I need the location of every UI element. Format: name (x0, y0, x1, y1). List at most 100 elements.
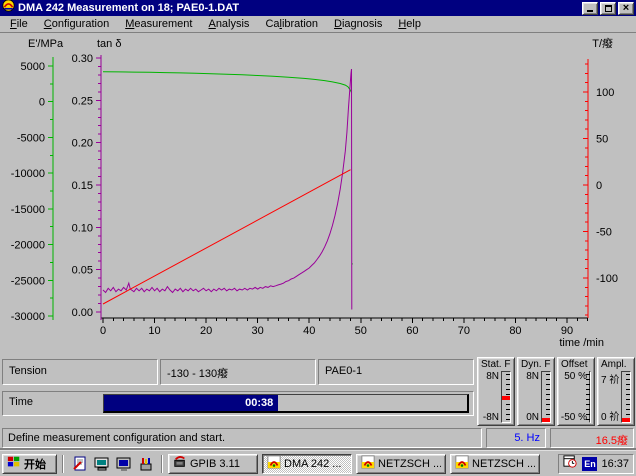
notepad-icon[interactable] (71, 455, 88, 472)
app-icon[interactable] (2, 0, 15, 17)
gauge-bar (541, 371, 551, 423)
gauge-max-label: 7 祄 (601, 375, 620, 386)
time-row: Time 00:38 (2, 391, 474, 416)
svg-text:0: 0 (100, 325, 106, 337)
menu-item-analysis[interactable]: Analysis (200, 17, 257, 31)
time-label: Time (9, 396, 34, 408)
svg-text:50: 50 (596, 134, 608, 146)
svg-text:40: 40 (303, 325, 315, 337)
menu-item-measurement[interactable]: Measurement (117, 17, 200, 31)
gauge-marker (542, 418, 550, 422)
menu-item-calibration[interactable]: Calibration (257, 17, 326, 31)
windows-flag-icon (7, 455, 21, 472)
time-progress-fill: 00:38 (104, 395, 279, 411)
gauge-min-label: -8N (482, 412, 499, 423)
netzsch-app-icon (455, 455, 469, 472)
taskbar-separator (62, 454, 64, 473)
task-button-label: NETZSCH ... (378, 457, 441, 470)
task-buttons: GPIB 3.11 DMA 242 ... NETZSCH ... NETZSCH .… (168, 453, 540, 474)
dma-application-window: DMA 242 Measurement on 18; PAE0-1.DAT × … (0, 0, 636, 476)
svg-text:20: 20 (200, 325, 212, 337)
gauge-marker (622, 418, 630, 422)
restore-button[interactable] (600, 1, 616, 15)
close-button[interactable]: × (618, 1, 634, 15)
gauge-ampl: Ampl. 7 祄 0 祄 (597, 357, 635, 426)
task-button-gpib-3-11[interactable]: GPIB 3.11 (168, 453, 258, 474)
my-computer-icon[interactable] (93, 455, 110, 472)
svg-text:0: 0 (39, 97, 45, 109)
language-indicator[interactable]: En (582, 456, 598, 471)
restore-icon (604, 4, 612, 12)
deformation-mode-panel: Tension (2, 359, 158, 385)
start-label: 开始 (24, 458, 46, 471)
svg-text:0: 0 (596, 180, 602, 192)
taskbar: 开始 GPIB 3.11 DMA 242 ... NETZSCH ... NETZSC… (0, 450, 636, 476)
gauge-bar (501, 371, 511, 423)
task-button-dma-242[interactable]: DMA 242 ... (262, 453, 352, 474)
task-button-label: DMA 242 ... (284, 457, 342, 470)
svg-text:10: 10 (148, 325, 160, 337)
gauge-stat-f: Stat. F 8N -8N (477, 357, 515, 426)
svg-text:0.25: 0.25 (72, 95, 93, 107)
svg-text:-5000: -5000 (17, 132, 45, 144)
svg-text:50: 50 (355, 325, 367, 337)
svg-text:-100: -100 (596, 273, 618, 285)
menu-item-diagnosis[interactable]: Diagnosis (326, 17, 390, 31)
gauge-bar (586, 371, 591, 423)
gauge-title: Dyn. F (521, 359, 551, 370)
window-controls: × (582, 1, 634, 15)
menu-item-configuration[interactable]: Configuration (36, 17, 117, 31)
svg-text:0.15: 0.15 (72, 180, 93, 192)
minimize-icon (587, 10, 593, 12)
netzsch-app-icon (361, 455, 375, 472)
gauge-title: Stat. F (481, 359, 511, 370)
quick-launch-bar (69, 455, 156, 472)
desk-set-icon[interactable] (137, 455, 154, 472)
svg-text:60: 60 (406, 325, 418, 337)
taskbar-separator (161, 454, 163, 473)
task-button-label: NETZSCH ... (472, 457, 535, 470)
svg-text:tan δ: tan δ (97, 38, 121, 50)
gauge-min-label: 0 祄 (601, 412, 620, 423)
svg-text:time /min: time /min (559, 337, 604, 349)
menu-bar: File Configuration Measurement Analysis Cali… (0, 16, 636, 33)
svg-text:E'/MPa: E'/MPa (28, 38, 64, 50)
time-progress-value: 00:38 (245, 397, 274, 409)
chart-area: 0 10 20 30 40 50 60 70 80 90 time /min 5000 0 -5000 -1… (0, 33, 636, 358)
svg-text:0.10: 0.10 (72, 222, 93, 234)
gauge-title: Ampl. (601, 359, 627, 370)
start-button[interactable]: 开始 (2, 453, 57, 474)
minimize-button[interactable] (582, 1, 598, 15)
clock-calendar-icon[interactable] (563, 454, 578, 474)
series-storage-modulus-E (102, 71, 352, 93)
gauge-max-label: 50 % (564, 371, 587, 382)
task-button-label: GPIB 3.11 (190, 457, 240, 470)
task-button-netzsch[interactable]: NETZSCH ... (450, 453, 540, 474)
gauge-min-label: -50 % (560, 412, 587, 423)
gauge-title: Offset (561, 359, 588, 370)
system-tray: En 16:37 (558, 453, 634, 474)
gauge-offset: Offset 50 % -50 % (557, 357, 595, 426)
svg-text:80: 80 (509, 325, 521, 337)
menu-item-help[interactable]: Help (390, 17, 429, 31)
gauge-bar (621, 371, 631, 423)
tray-clock: 16:37 (601, 457, 629, 470)
measurement-chart: 0 10 20 30 40 50 60 70 80 90time /min 5000 0 -5000 -1… (11, 36, 618, 349)
menu-item-file[interactable]: File (2, 17, 36, 31)
gauge-dyn-f: Dyn. F 8N 0N (517, 357, 555, 426)
gpib-icon (173, 455, 187, 472)
frequency-readout: 5. Hz (486, 428, 546, 448)
svg-text:0.20: 0.20 (72, 138, 93, 150)
svg-text:-10000: -10000 (11, 168, 45, 180)
status-message: Define measurement configuration and sta… (2, 428, 482, 448)
gauge-min-label: 0N (526, 412, 539, 423)
temperature-range-panel: -130 - 130癈 (160, 359, 316, 385)
svg-text:70: 70 (458, 325, 470, 337)
task-button-netzsch[interactable]: NETZSCH ... (356, 453, 446, 474)
netzsch-app-icon (267, 455, 281, 472)
gauge-max-label: 8N (526, 371, 539, 382)
monitor-icon[interactable] (115, 455, 132, 472)
series-temperature (102, 169, 351, 305)
svg-text:-20000: -20000 (11, 240, 45, 252)
svg-text:0.30: 0.30 (72, 53, 93, 65)
